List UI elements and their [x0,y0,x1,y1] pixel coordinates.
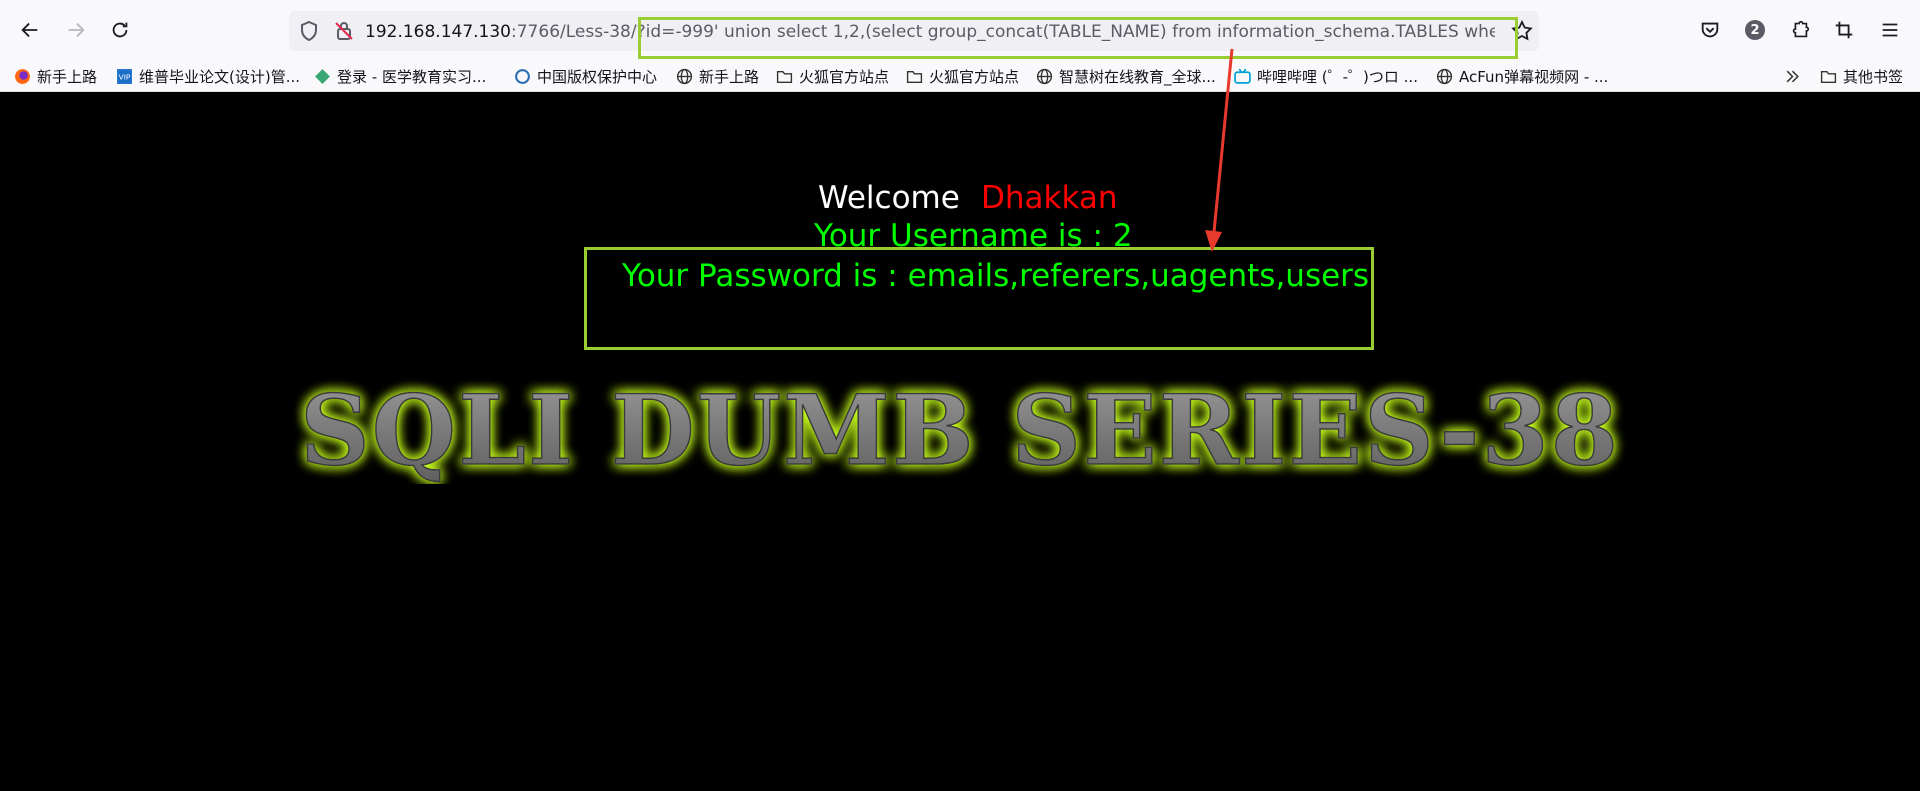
account-button[interactable]: 2 [1737,12,1773,48]
bookmark-label: 哔哩哔哩 (゜-゜)つロ ... [1257,67,1418,86]
folder-icon [906,68,923,85]
bookmark-item[interactable]: AcFun弹幕视频网 - ... [1436,64,1608,88]
bookmark-item[interactable]: 新手上路 [14,64,97,88]
bookmark-item[interactable]: 智慧树在线教育_全球... [1036,64,1216,88]
url-host: 192.168.147.130 [365,22,512,42]
site-icon [514,68,531,85]
crop-icon [1835,21,1853,39]
hamburger-icon [1882,23,1898,37]
bilibili-icon [1234,68,1251,85]
bookmark-item[interactable]: 新手上路 [676,64,759,88]
bookmark-label: 火狐官方站点 [799,67,890,86]
vip-icon: VIP [116,68,133,85]
bookmark-item[interactable]: 火狐官方站点 [906,64,1019,88]
folder-icon [776,68,793,85]
user-name: Dhakkan [981,180,1118,216]
bookmark-label: 中国版权保护中心 [537,67,658,86]
folder-icon [1820,68,1837,85]
bookmarks-bar: 新手上路 VIP 维普毕业论文(设计)管... 登录 - 医学教育实习... 中… [0,61,1920,92]
bookmark-item[interactable]: 中国版权保护中心 [514,64,657,88]
firefox-icon [14,68,31,85]
back-button[interactable] [12,12,48,48]
back-arrow-icon [21,22,38,38]
bookmark-label: AcFun弹幕视频网 - ... [1459,67,1609,86]
bookmark-label: 新手上路 [37,67,98,86]
bookmark-item[interactable]: 登录 - 医学教育实习... [314,64,486,88]
extensions-button[interactable] [1782,12,1818,48]
browser-toolbar: 192.168.147.130:7766/Less-38/?id=-999' u… [0,0,1920,61]
pocket-button[interactable] [1692,12,1728,48]
globe-icon [1036,68,1053,85]
puzzle-icon [1792,20,1810,38]
bookmark-label: 新手上路 [699,67,760,86]
url-highlight-box [638,17,1518,59]
welcome-line: Welcome Dhakkan [818,180,1118,216]
sqli-title: SQLI DUMB SERIES-38 [300,374,1620,484]
sqli-title-banner: SQLI DUMB SERIES-38 [290,372,1630,488]
shield-icon[interactable] [297,19,321,43]
globe-icon [1436,68,1453,85]
svg-text:VIP: VIP [119,72,131,81]
bookmark-label: 维普毕业论文(设计)管... [139,67,301,86]
account-badge: 2 [1745,20,1765,40]
reload-button[interactable] [102,12,138,48]
other-bookmarks-label: 其他书签 [1843,67,1904,86]
other-bookmarks[interactable]: 其他书签 [1820,64,1903,88]
pocket-icon [1701,22,1719,38]
bookmark-label: 登录 - 医学教育实习... [337,67,487,86]
screenshot-button[interactable] [1826,12,1862,48]
bookmark-item[interactable]: 火狐官方站点 [776,64,889,88]
bookmark-label: 智慧树在线教育_全球... [1059,67,1216,86]
menu-button[interactable] [1872,12,1908,48]
double-chevron-icon [1784,68,1801,85]
forward-arrow-icon [68,22,85,38]
more-bookmarks-chevron[interactable] [1784,64,1807,88]
insecure-lock-icon[interactable] [332,19,356,43]
forward-button[interactable] [58,12,94,48]
welcome-text: Welcome [818,180,960,216]
bookmark-item[interactable]: VIP 维普毕业论文(设计)管... [116,64,300,88]
bookmark-item[interactable]: 哔哩哔哩 (゜-゜)つロ ... [1234,64,1418,88]
reload-icon [112,22,128,38]
bookmark-label: 火狐官方站点 [929,67,1020,86]
globe-icon [676,68,693,85]
password-line: Your Password is : emails,referers,uagen… [622,258,1370,294]
site-icon [314,68,331,85]
